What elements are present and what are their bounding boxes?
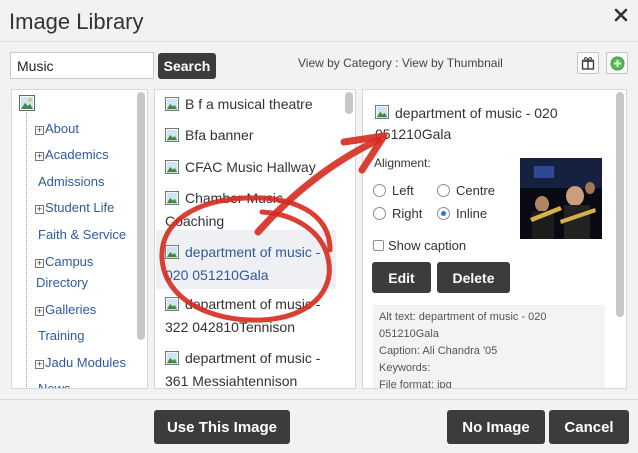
list-item[interactable]: Chamber Music Coaching [165, 187, 335, 233]
image-list-panel: B f a musical theatre Bfa banner CFAC Mu… [154, 89, 356, 389]
view-by-category-link[interactable]: View by Category [298, 56, 392, 70]
tree-item-jadu-modules[interactable]: + Jadu Modules [35, 352, 126, 373]
use-this-image-button[interactable]: Use This Image [154, 410, 290, 444]
image-metadata: Alt text: department of music - 020 0512… [373, 305, 605, 389]
alignment-label: Alignment: [374, 156, 431, 170]
search-button[interactable]: Search [158, 53, 216, 79]
file-format-text: File format: jpg [379, 379, 452, 389]
image-detail-panel: department of music - 020 051210Gala Alig… [362, 89, 627, 389]
view-links: View by Category : View by Thumbnail [298, 56, 503, 70]
image-library-dialog: Image Library Search View by Category : … [0, 0, 638, 453]
align-left-radio[interactable]: Left [373, 183, 414, 198]
tree-item-about[interactable]: + About [35, 118, 79, 139]
add-image-button[interactable] [606, 52, 628, 74]
tree-guide-line [26, 112, 27, 387]
align-inline-radio[interactable]: Inline [437, 206, 487, 221]
list-item-selected[interactable]: department of music -020 051210Gala [165, 241, 335, 287]
edit-button[interactable]: Edit [372, 262, 431, 293]
list-item[interactable]: department of music -322 042810Tennison [165, 293, 335, 339]
plus-circle-icon [610, 56, 624, 70]
category-tool-button[interactable] [577, 52, 599, 74]
no-image-button[interactable]: No Image [447, 410, 545, 444]
tree-scroll-thumb[interactable] [137, 92, 145, 340]
image-icon [165, 191, 179, 205]
align-right-radio[interactable]: Right [373, 206, 422, 221]
cancel-button[interactable]: Cancel [549, 410, 629, 444]
expand-icon[interactable]: + [35, 259, 44, 268]
alt-text: Alt text: department of music - 020 [379, 311, 547, 323]
search-input[interactable] [10, 52, 154, 79]
image-icon [165, 297, 179, 311]
image-icon [165, 160, 179, 174]
show-caption-checkbox[interactable]: Show caption [373, 238, 466, 253]
alt-text-cont: 051210Gala [379, 328, 439, 340]
tree-item-student-life[interactable]: + Student Life [35, 197, 114, 218]
view-by-thumbnail-link[interactable]: View by Thumbnail [402, 56, 503, 70]
detail-scrollbar[interactable] [615, 92, 624, 386]
align-centre-radio[interactable]: Centre [437, 183, 495, 198]
header-divider [0, 41, 638, 42]
expand-icon[interactable]: + [35, 307, 44, 316]
tree-scrollbar[interactable] [136, 92, 145, 386]
tree-item-academics[interactable]: + Academics [35, 144, 109, 165]
detail-scroll-thumb[interactable] [616, 92, 624, 317]
image-icon [165, 351, 179, 365]
expand-icon[interactable]: + [35, 152, 44, 161]
category-tree-panel: + About + Academics Admissions + Student Li… [11, 89, 148, 389]
gift-icon [581, 57, 595, 70]
list-item[interactable]: department of music -361 Messiahtennison [165, 347, 335, 388]
list-scrollbar[interactable] [344, 92, 353, 386]
image-icon [165, 245, 179, 259]
list-scroll-thumb[interactable] [345, 92, 353, 114]
tree-item-directory[interactable]: Directory [36, 272, 88, 293]
image-icon [165, 128, 179, 142]
delete-button[interactable]: Delete [437, 262, 510, 293]
tree-item-news[interactable]: News [38, 378, 71, 388]
dialog-title: Image Library [9, 9, 144, 34]
close-icon[interactable] [612, 6, 630, 24]
tree-item-training[interactable]: Training [38, 325, 84, 346]
footer-divider [0, 399, 638, 400]
image-thumbnail [520, 158, 602, 239]
detail-title: department of music - 020 051210Gala [375, 105, 558, 142]
image-icon [375, 105, 389, 119]
tree-item-galleries[interactable]: + Galleries [35, 299, 96, 320]
tree-item-campus[interactable]: + Campus [35, 251, 93, 272]
list-item[interactable]: B f a musical theatre [165, 93, 335, 116]
image-icon [19, 95, 35, 111]
list-item[interactable]: CFAC Music Hallway [165, 156, 335, 179]
tree-item-admissions[interactable]: Admissions [38, 171, 104, 192]
keywords-text: Keywords: [379, 362, 431, 374]
expand-icon[interactable]: + [35, 360, 44, 369]
expand-icon[interactable]: + [35, 205, 44, 214]
expand-icon[interactable]: + [35, 126, 44, 135]
tree-item-faith-service[interactable]: Faith & Service [38, 224, 126, 245]
caption-text: Caption: Ali Chandra '05 [379, 345, 498, 357]
list-item[interactable]: Bfa banner [165, 124, 335, 147]
image-icon [165, 97, 179, 111]
view-separator: : [391, 56, 402, 70]
